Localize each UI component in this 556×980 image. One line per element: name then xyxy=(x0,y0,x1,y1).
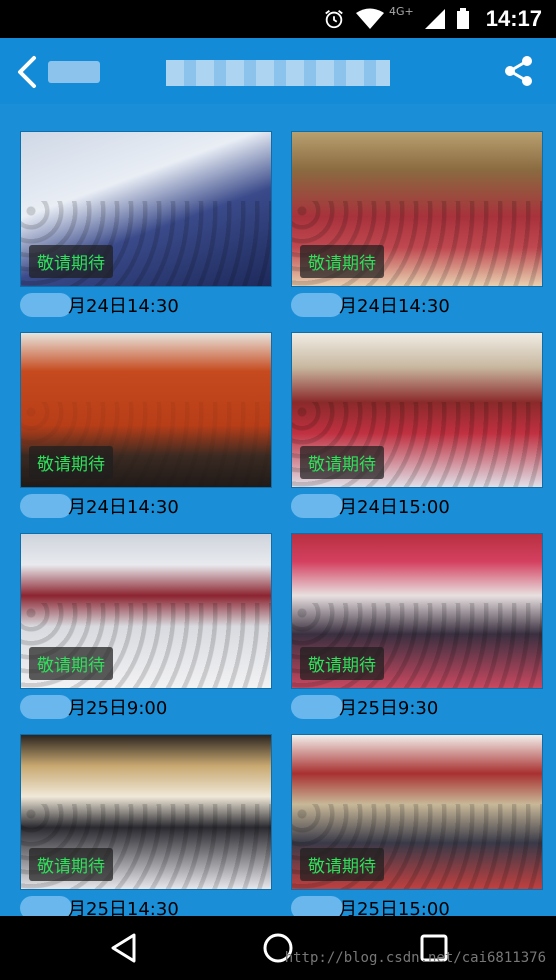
video-thumbnail[interactable]: 敬请期待 xyxy=(291,131,543,287)
video-card[interactable]: 敬请期待 月24日14:30 xyxy=(20,131,272,319)
video-card[interactable]: 敬请期待 月25日14:30 xyxy=(20,734,272,916)
status-bar: 4G+ 14:17 xyxy=(0,0,556,38)
date-label: 月24日14:30 xyxy=(339,296,450,317)
status-badge: 敬请期待 xyxy=(300,647,384,680)
video-thumbnail[interactable]: 敬请期待 xyxy=(291,734,543,890)
share-icon xyxy=(505,56,532,86)
video-card[interactable]: 敬请期待 月24日14:30 xyxy=(291,131,543,319)
video-thumbnail[interactable]: 敬请期待 xyxy=(20,131,272,287)
status-badge: 敬请期待 xyxy=(29,446,113,479)
date-blur xyxy=(20,494,72,518)
signal-icon xyxy=(424,9,445,29)
video-thumbnail[interactable]: 敬请期待 xyxy=(20,533,272,689)
back-label-blur xyxy=(48,61,100,83)
app-bar xyxy=(0,38,556,104)
video-thumbnail[interactable]: 敬请期待 xyxy=(291,332,543,488)
date-row: 月25日9:00 xyxy=(20,691,272,721)
date-row: 月24日14:30 xyxy=(291,289,543,319)
date-row: 月25日9:30 xyxy=(291,691,543,721)
video-thumbnail[interactable]: 敬请期待 xyxy=(291,533,543,689)
system-nav-bar: http://blog.csdn.net/cai6811376 xyxy=(0,916,556,980)
date-row: 月24日14:30 xyxy=(20,490,272,520)
back-button[interactable] xyxy=(16,52,116,92)
back-triangle-icon[interactable] xyxy=(108,932,140,964)
date-row: 月25日15:00 xyxy=(291,892,543,916)
wifi-icon xyxy=(355,8,384,29)
status-icons: 4G+ 14:17 xyxy=(323,4,542,32)
video-card[interactable]: 敬请期待 月24日14:30 xyxy=(20,332,272,520)
date-label: 月24日14:30 xyxy=(68,497,179,518)
page-title xyxy=(166,60,390,86)
video-card[interactable]: 敬请期待 月24日15:00 xyxy=(291,332,543,520)
date-blur xyxy=(20,896,72,916)
date-blur xyxy=(291,293,343,317)
date-label: 月24日14:30 xyxy=(68,296,179,317)
video-grid: 敬请期待 月24日14:30 敬请期待 月24日14:30 敬请期待 月24日1… xyxy=(0,104,556,916)
watermark-text: http://blog.csdn.net/cai6811376 xyxy=(284,950,546,966)
status-badge: 敬请期待 xyxy=(29,647,113,680)
date-label: 月25日15:00 xyxy=(339,899,450,916)
date-label: 月24日15:00 xyxy=(339,497,450,518)
video-card[interactable]: 敬请期待 月25日15:00 xyxy=(291,734,543,916)
date-blur xyxy=(291,896,343,916)
date-row: 月24日14:30 xyxy=(20,289,272,319)
status-badge: 敬请期待 xyxy=(300,848,384,881)
status-badge: 敬请期待 xyxy=(300,245,384,278)
status-badge: 敬请期待 xyxy=(300,446,384,479)
date-blur xyxy=(291,695,343,719)
battery-icon xyxy=(456,8,469,29)
date-label: 月25日9:00 xyxy=(68,698,168,719)
chevron-left-icon xyxy=(18,56,36,88)
network-type: 4G+ xyxy=(388,4,414,18)
video-thumbnail[interactable]: 敬请期待 xyxy=(20,734,272,890)
date-blur xyxy=(291,494,343,518)
share-button[interactable] xyxy=(502,54,536,88)
date-label: 月25日14:30 xyxy=(68,899,179,916)
status-badge: 敬请期待 xyxy=(29,848,113,881)
date-label: 月25日9:30 xyxy=(339,698,439,719)
clock-time: 14:17 xyxy=(485,6,542,31)
date-blur xyxy=(20,293,72,317)
date-row: 月24日15:00 xyxy=(291,490,543,520)
alarm-icon xyxy=(325,10,343,29)
video-thumbnail[interactable]: 敬请期待 xyxy=(20,332,272,488)
date-blur xyxy=(20,695,72,719)
video-card[interactable]: 敬请期待 月25日9:30 xyxy=(291,533,543,721)
date-row: 月25日14:30 xyxy=(20,892,272,916)
video-card[interactable]: 敬请期待 月25日9:00 xyxy=(20,533,272,721)
status-badge: 敬请期待 xyxy=(29,245,113,278)
